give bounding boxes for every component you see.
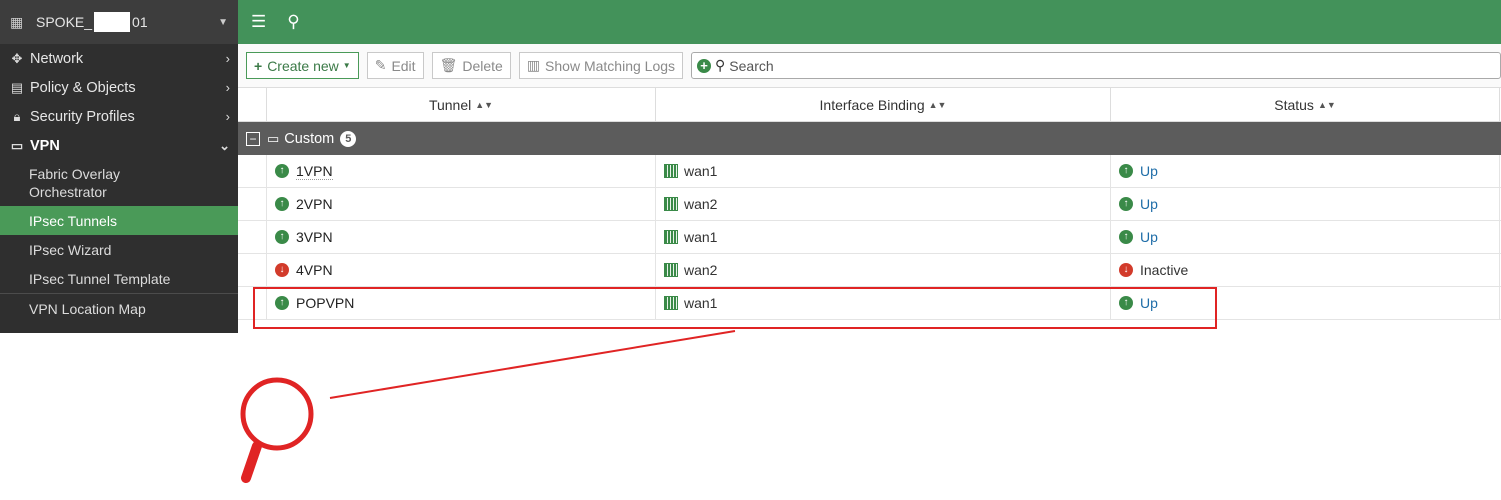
callout-line [329,330,736,399]
magnifier-callout-icon [240,377,314,483]
annotation-overlay [240,330,736,483]
